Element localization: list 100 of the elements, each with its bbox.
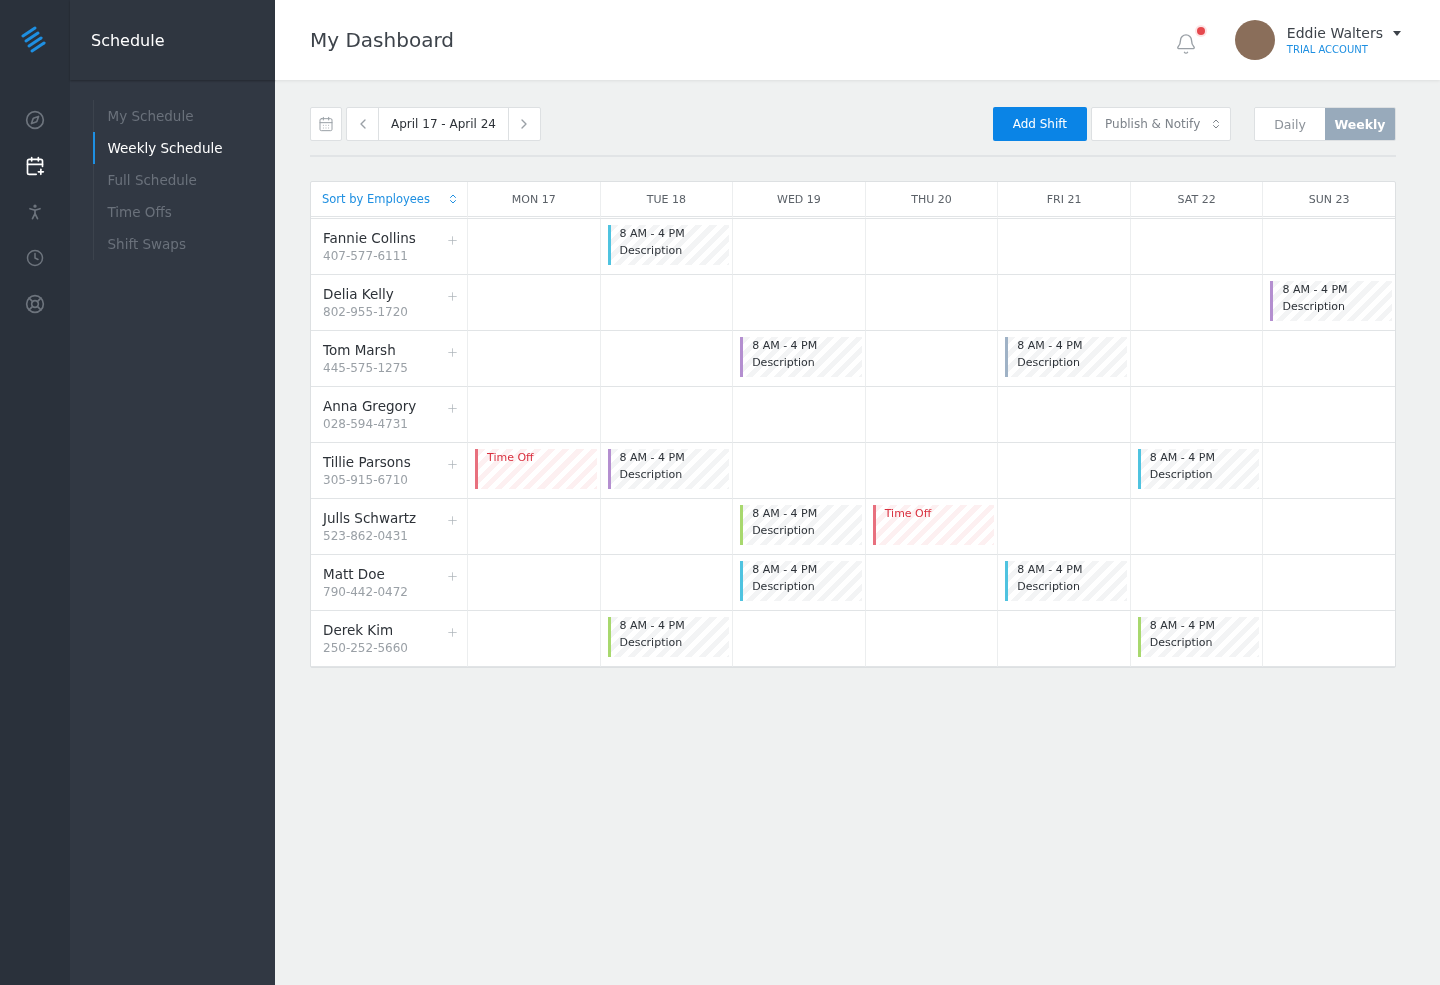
- caret-icon[interactable]: [1393, 30, 1401, 36]
- schedule-cell[interactable]: 8 AM - 4 PM Description: [732, 499, 865, 555]
- shift-block[interactable]: 8 AM - 4 PM Description: [740, 337, 862, 377]
- schedule-cell[interactable]: [599, 555, 733, 611]
- schedule-cell[interactable]: [1262, 443, 1395, 499]
- time-off-block[interactable]: Time Off: [872, 505, 995, 545]
- employee-phone: 445-575-1275: [323, 361, 409, 375]
- schedule-cell[interactable]: [997, 275, 1130, 331]
- schedule-cell[interactable]: [1129, 499, 1263, 555]
- schedule-cell[interactable]: [997, 443, 1130, 499]
- shift-block[interactable]: 8 AM - 4 PM Description: [1005, 337, 1127, 377]
- shift-description: Description: [752, 524, 816, 537]
- compass-icon: [25, 110, 45, 130]
- add-button[interactable]: [446, 346, 459, 359]
- schedule-cell[interactable]: [1129, 555, 1263, 611]
- shift-block[interactable]: 8 AM - 4 PM Description: [1137, 449, 1260, 489]
- schedule-cell[interactable]: [1129, 219, 1263, 275]
- add-button[interactable]: [446, 458, 459, 471]
- schedule-cell[interactable]: [997, 219, 1130, 275]
- schedule-cell[interactable]: [467, 611, 600, 667]
- nav-item[interactable]: Weekly Schedule: [92, 132, 275, 164]
- schedule-cell[interactable]: [1129, 387, 1263, 443]
- shift-time: 8 AM - 4 PM: [1017, 339, 1084, 352]
- schedule-cell[interactable]: [1262, 387, 1395, 443]
- plus-icon: [446, 514, 459, 527]
- shift-block[interactable]: 8 AM - 4 PM Description: [1005, 561, 1127, 601]
- shift-time: 8 AM - 4 PM: [1149, 619, 1216, 632]
- schedule-cell[interactable]: 8 AM - 4 PM Description: [1129, 611, 1263, 667]
- schedule-cell[interactable]: 8 AM - 4 PM Description: [732, 555, 865, 611]
- schedule-cell[interactable]: [1262, 611, 1395, 667]
- schedule-cell[interactable]: 8 AM - 4 PM Description: [997, 555, 1130, 611]
- shift-description: Description: [752, 356, 816, 369]
- schedule-cell[interactable]: [864, 611, 998, 667]
- schedule-cell[interactable]: 8 AM - 4 PM Description: [1262, 275, 1395, 331]
- schedule-cell[interactable]: Time Off: [467, 443, 600, 499]
- add-shift-button[interactable]: Add Shift: [992, 107, 1087, 141]
- add-button[interactable]: [446, 570, 459, 583]
- schedule-cell[interactable]: [732, 219, 865, 275]
- schedule-cell[interactable]: [732, 443, 865, 499]
- schedule-cell[interactable]: [599, 331, 733, 387]
- plus-icon: [446, 346, 459, 359]
- schedule-cell[interactable]: [1129, 275, 1263, 331]
- notifications-button[interactable]: [1174, 25, 1207, 55]
- day-header: MON 17: [467, 182, 600, 219]
- shift-block[interactable]: 8 AM - 4 PM Description: [607, 617, 730, 657]
- schedule-cell[interactable]: [467, 499, 600, 555]
- calendar-icon: [318, 116, 334, 132]
- shift-block[interactable]: 8 AM - 4 PM Description: [740, 561, 862, 601]
- shift-block[interactable]: 8 AM - 4 PM Description: [607, 225, 730, 265]
- shift-block[interactable]: 8 AM - 4 PM Description: [1270, 281, 1392, 321]
- schedule-cell[interactable]: [997, 611, 1130, 667]
- add-button[interactable]: [446, 626, 459, 639]
- employee-name: Anna Gregory: [323, 398, 418, 414]
- schedule-cell[interactable]: [467, 387, 600, 443]
- add-button[interactable]: [446, 402, 459, 415]
- schedule-cell[interactable]: [732, 275, 865, 331]
- schedule-cell[interactable]: 8 AM - 4 PM Description: [1129, 443, 1263, 499]
- calendar-plus-icon: [25, 156, 45, 176]
- schedule-cell[interactable]: 8 AM - 4 PM Description: [599, 219, 733, 275]
- schedule-cell[interactable]: [1262, 499, 1395, 555]
- add-button[interactable]: [446, 514, 459, 527]
- schedule-cell[interactable]: [864, 331, 998, 387]
- schedule-cell[interactable]: 8 AM - 4 PM Description: [732, 331, 865, 387]
- shift-block[interactable]: 8 AM - 4 PM Description: [607, 449, 730, 489]
- schedule-cell[interactable]: [864, 387, 998, 443]
- schedule-cell[interactable]: [732, 387, 865, 443]
- schedule-cell[interactable]: [1129, 331, 1263, 387]
- sort-select[interactable]: Sort by Employees: [311, 182, 467, 219]
- schedule-cell[interactable]: [997, 387, 1130, 443]
- clock-icon: [26, 249, 44, 267]
- schedule-cell[interactable]: [732, 611, 865, 667]
- schedule-cell[interactable]: [599, 387, 733, 443]
- schedule-cell[interactable]: [1262, 219, 1395, 275]
- publish-select[interactable]: Publish & Notify: [1091, 107, 1231, 141]
- shift-description: Description: [752, 580, 816, 593]
- time-off-block[interactable]: Time Off: [475, 449, 597, 489]
- schedule-cell[interactable]: [1262, 331, 1395, 387]
- schedule-cell[interactable]: [1262, 555, 1395, 611]
- schedule-cell[interactable]: [467, 555, 600, 611]
- schedule-cell[interactable]: [864, 219, 998, 275]
- schedule-cell[interactable]: [864, 275, 998, 331]
- schedule-cell[interactable]: [467, 331, 600, 387]
- schedule-cell[interactable]: [599, 275, 733, 331]
- shift-block[interactable]: 8 AM - 4 PM Description: [1137, 617, 1260, 657]
- schedule-cell[interactable]: 8 AM - 4 PM Description: [599, 443, 733, 499]
- schedule-cell[interactable]: 8 AM - 4 PM Description: [599, 611, 733, 667]
- schedule-cell[interactable]: 8 AM - 4 PM Description: [997, 331, 1130, 387]
- add-button[interactable]: [446, 290, 459, 303]
- avatar[interactable]: [1234, 20, 1275, 60]
- schedule-cell[interactable]: [467, 275, 600, 331]
- add-button[interactable]: [446, 234, 459, 247]
- schedule-cell[interactable]: [467, 219, 600, 275]
- schedule-cell[interactable]: [599, 499, 733, 555]
- calendar-button[interactable]: [310, 107, 342, 141]
- schedule-cell[interactable]: [997, 499, 1130, 555]
- schedule-cell[interactable]: Time Off: [864, 499, 998, 555]
- schedule-cell[interactable]: [864, 443, 998, 499]
- shift-time: 8 AM - 4 PM: [752, 339, 819, 352]
- shift-block[interactable]: 8 AM - 4 PM Description: [740, 505, 862, 545]
- schedule-cell[interactable]: [864, 555, 998, 611]
